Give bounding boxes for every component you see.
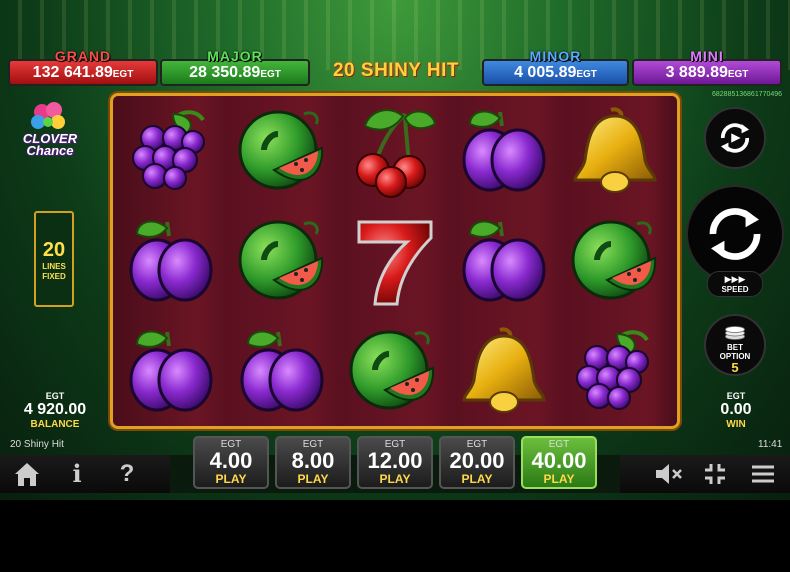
hamburger-icon (752, 465, 774, 483)
plum-icon (234, 324, 330, 420)
jackpot-value: 3 889.89 (665, 64, 728, 81)
jackpot-grand: GRAND 132 641.89EGT (8, 49, 158, 86)
bet-value: 20.00 (449, 448, 505, 473)
jackpot-currency: EGT (727, 69, 749, 80)
jackpot-mini: MINI 3 889.89EGT (632, 49, 782, 86)
game-name: 20 Shiny Hit (10, 439, 64, 450)
watermelon-icon (345, 324, 441, 420)
plum-icon (456, 214, 552, 310)
bet-value: 12.00 (367, 448, 423, 473)
bet-option-value: 5 (731, 360, 739, 375)
chips-icon (725, 326, 745, 340)
seven-icon (345, 214, 441, 310)
speed-button[interactable]: ▶▶▶ SPEED (707, 271, 763, 297)
speed-icon: ▶▶▶ (724, 274, 746, 284)
balance-label: BALANCE (30, 419, 80, 430)
jackpot-title: MAJOR (207, 48, 263, 64)
bet-button-selected[interactable]: EGT 40.00 PLAY (521, 436, 597, 489)
watermelon-icon (234, 104, 330, 200)
bet-button[interactable]: EGT 4.00 PLAY (193, 436, 269, 489)
bet-button[interactable]: EGT 8.00 PLAY (275, 436, 351, 489)
round-serial: 682885136861770496 (712, 91, 783, 98)
jackpot-value: 28 350.89 (189, 64, 261, 81)
bet-play-label: PLAY (543, 472, 575, 486)
clock: 11:41 (758, 439, 783, 450)
win-currency: EGT (726, 391, 746, 401)
help-icon: ? (119, 460, 135, 487)
bet-value: 40.00 (531, 448, 587, 473)
info-icon: i (72, 459, 82, 488)
info-button[interactable]: i (62, 458, 92, 490)
cherry-icon (345, 104, 441, 200)
bet-play-label: PLAY (461, 472, 493, 486)
bet-button[interactable]: EGT 12.00 PLAY (357, 436, 433, 489)
home-icon (15, 463, 39, 486)
fullscreen-icon (705, 464, 725, 484)
balance-amount: 4 920.00 (23, 401, 87, 418)
spin-button[interactable] (686, 185, 784, 283)
plum-icon (123, 324, 219, 420)
home-button[interactable] (12, 458, 42, 490)
win-amount: 0.00 (720, 401, 752, 418)
lines-fixed-label: FIXED (42, 272, 66, 281)
spin-icon (709, 208, 761, 260)
win-label: WIN (726, 419, 746, 430)
bet-value: 8.00 (291, 448, 335, 473)
jackpot-title: MINOR (529, 48, 582, 64)
bet-option-label-line1: BET (727, 343, 743, 352)
menu-button[interactable] (748, 458, 778, 490)
reel-area (110, 93, 680, 429)
autoplay-icon (720, 123, 750, 153)
game-title: 20 SHINY HIT (332, 60, 460, 81)
jackpot-value: 132 641.89 (32, 64, 113, 81)
bell-icon (456, 324, 552, 420)
bet-play-label: PLAY (297, 472, 329, 486)
bet-value: 4.00 (209, 448, 253, 473)
lines-indicator: 20 LINES FIXED (34, 211, 74, 307)
grapes-icon (567, 324, 663, 420)
jackpot-currency: EGT (260, 69, 281, 80)
lines-count: 20 (42, 239, 66, 261)
bet-play-label: PLAY (215, 472, 247, 486)
clover-logo-text: CLOVER Chance (14, 132, 86, 158)
bet-play-label: PLAY (379, 472, 411, 486)
jackpot-value: 4 005.89 (514, 64, 577, 81)
watermelon-icon (567, 214, 663, 310)
grapes-icon (123, 104, 219, 200)
plum-icon (123, 214, 219, 310)
bet-button[interactable]: EGT 20.00 PLAY (439, 436, 515, 489)
bet-option-button[interactable]: BET OPTION 5 (704, 314, 766, 376)
balance-currency: EGT (45, 391, 65, 401)
lines-label: LINES (42, 262, 66, 271)
plum-icon (456, 104, 552, 200)
bet-option-label: BET OPTION (706, 343, 764, 361)
logo-line2: Chance (26, 143, 74, 158)
bell-icon (567, 104, 663, 200)
jackpot-title: GRAND (54, 48, 112, 64)
fullscreen-button[interactable] (700, 458, 730, 490)
sound-button[interactable] (653, 458, 683, 490)
watermelon-icon (234, 214, 330, 310)
jackpot-title: MINI (690, 48, 724, 64)
speed-label: SPEED (721, 285, 749, 294)
jackpot-currency: EGT (576, 69, 597, 80)
jackpot-minor: MINOR 4 005.89EGT (482, 49, 629, 86)
help-button[interactable]: ? (112, 458, 142, 490)
mute-icon (656, 464, 682, 484)
jackpot-currency: EGT (112, 69, 134, 80)
win-display: EGT 0.00 WIN (700, 391, 772, 430)
jackpot-major: MAJOR 28 350.89EGT (160, 49, 310, 86)
balance-display: EGT 4 920.00 BALANCE (10, 391, 100, 430)
autoplay-button[interactable] (704, 107, 766, 169)
